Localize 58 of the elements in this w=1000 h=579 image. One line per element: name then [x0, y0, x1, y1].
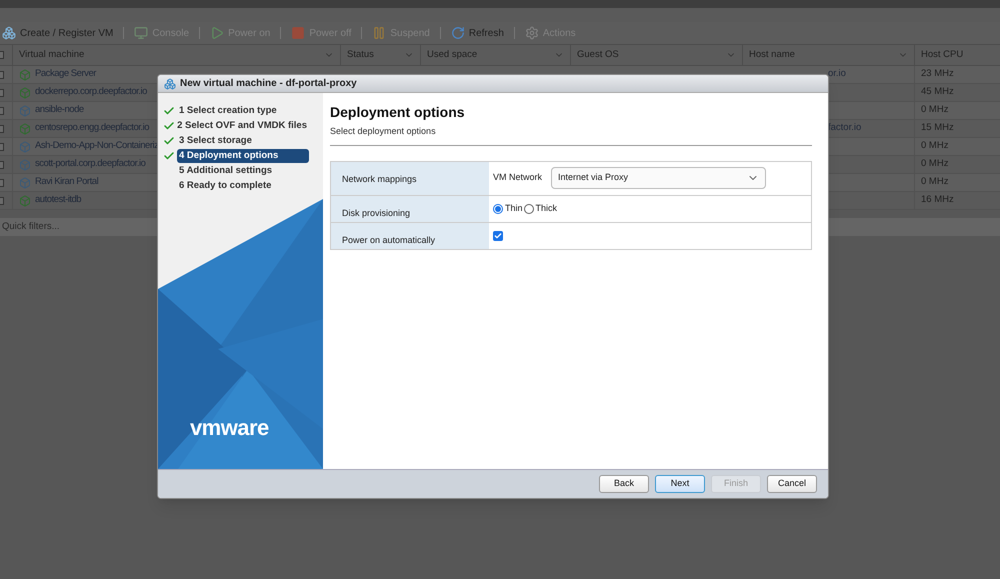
vm-name-link[interactable]: ansible-node: [35, 103, 84, 118]
vm-name-link[interactable]: dockerrepo.corp.deepfactor.io: [35, 85, 147, 100]
radio-option[interactable]: Thin: [493, 202, 523, 216]
vm-name-link[interactable]: scott-portal.corp.deepfactor.io: [35, 157, 146, 172]
table-cell-text: 23 MHz: [921, 67, 954, 82]
table-cell-text: 0 MHz: [921, 103, 948, 118]
table-cell-text: 0 MHz: [921, 139, 948, 154]
column-header[interactable]: Host CPU: [914, 45, 1000, 65]
stop-icon: [291, 26, 306, 40]
column-header[interactable]: Status: [340, 45, 420, 65]
dialog-button[interactable]: Back: [599, 475, 649, 493]
column-header[interactable]: Used space: [420, 45, 570, 65]
table-cell-text: 0 MHz: [921, 157, 948, 172]
page-subheading: Select deployment options: [330, 125, 437, 138]
toolbar-button[interactable]: Refresh: [448, 26, 506, 40]
column-header[interactable]: Host name: [742, 45, 914, 65]
option-label: Disk provisioning: [342, 208, 410, 218]
vm-name-link[interactable]: Ravi Kiran Portal: [35, 175, 98, 190]
table-cell-text: 16 MHz: [921, 193, 954, 208]
table-cell-text: factor.io: [828, 121, 862, 136]
table-cell-text: or.io: [828, 67, 846, 82]
pause-icon: [372, 26, 386, 40]
quick-filters-field[interactable]: Quick filters...: [2, 220, 60, 234]
settings-icon: [524, 26, 539, 40]
refresh-icon: [450, 26, 465, 40]
page-heading: Deployment options: [330, 103, 466, 122]
column-header[interactable]: Guest OS: [570, 45, 742, 65]
wizard-step[interactable]: 1 Select creation type: [177, 104, 309, 118]
option-label: Network mappings: [342, 174, 417, 184]
wizard-step[interactable]: 4 Deployment options: [177, 148, 309, 162]
field-label: VM Network: [493, 171, 542, 184]
vmware-logo: vmware: [190, 414, 269, 442]
toolbar-button[interactable]: Create / Register VM: [0, 26, 116, 40]
table-cell-text: 0 MHz: [921, 175, 948, 190]
radio-option[interactable]: Thick: [524, 202, 558, 216]
vm-name-link[interactable]: Ash-Demo-App-Non-Containeriz: [35, 139, 158, 154]
column-header[interactable]: Virtual machine: [12, 45, 340, 65]
vm-name-link[interactable]: autotest-itdb: [35, 193, 82, 208]
table-cell-text: 45 MHz: [921, 85, 954, 100]
option-label: Power on automatically: [342, 234, 436, 244]
vm-name-link[interactable]: centosrepo.engg.deepfactor.io: [35, 121, 150, 136]
wizard-step[interactable]: 2 Select OVF and VMDK files: [175, 118, 309, 132]
radio-button[interactable]: [524, 204, 534, 214]
wizard-step[interactable]: 6 Ready to complete: [177, 178, 309, 192]
boxes-icon: [164, 78, 176, 90]
monitor-icon: [134, 26, 148, 40]
play-icon: [210, 26, 224, 40]
table-cell-text: 15 MHz: [921, 121, 954, 136]
wizard-step[interactable]: 5 Additional settings: [177, 164, 309, 178]
dialog-button[interactable]: Next: [655, 475, 705, 493]
vm-name-link[interactable]: Package Server: [35, 67, 96, 82]
checkbox[interactable]: [493, 230, 503, 240]
network-select[interactable]: Internet via Proxy: [551, 167, 766, 189]
dialog-button[interactable]: Cancel: [767, 475, 817, 493]
radio-button[interactable]: [493, 204, 503, 214]
dialog-title: New virtual machine - df-portal-proxy: [180, 77, 357, 91]
wizard-step[interactable]: 3 Select storage: [177, 134, 309, 148]
boxes-icon: [2, 26, 16, 40]
